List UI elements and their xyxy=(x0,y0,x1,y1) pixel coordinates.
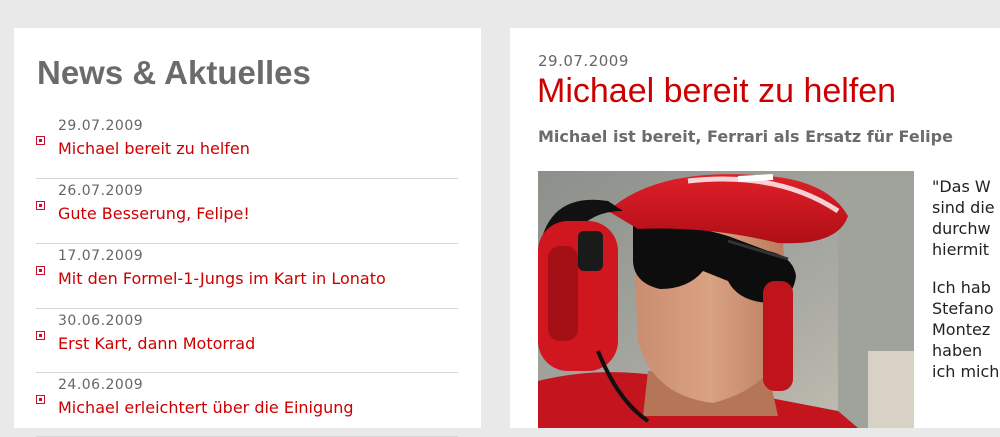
list-bullet-icon xyxy=(36,266,45,275)
news-date: 24.06.2009 xyxy=(58,377,144,393)
text-line: sind die xyxy=(932,198,995,217)
article-panel: 29.07.2009 Michael bereit zu helfen Mich… xyxy=(510,28,1000,428)
article-date: 29.07.2009 xyxy=(538,52,629,70)
text-line: hiermit xyxy=(932,240,990,259)
news-list-item[interactable]: 17.07.2009 Mit den Formel-1-Jungs im Kar… xyxy=(36,244,458,309)
news-date: 26.07.2009 xyxy=(58,183,144,199)
list-bullet-icon xyxy=(36,395,45,404)
text-line: ich mich xyxy=(932,362,1000,381)
text-line: durchw xyxy=(932,219,991,238)
text-line: Montez xyxy=(932,320,991,339)
news-list-item[interactable]: 29.07.2009 Michael bereit zu helfen xyxy=(36,114,458,179)
article-paragraph: Ich hab Stefano Montez haben ich mich xyxy=(932,277,1000,382)
article-body: "Das W sind die durchw hiermit Ich hab S… xyxy=(932,176,1000,399)
list-bullet-icon xyxy=(36,201,45,210)
news-date: 30.06.2009 xyxy=(58,313,144,329)
news-sidebar: News & Aktuelles 29.07.2009 Michael bere… xyxy=(14,28,481,437)
text-line: haben xyxy=(932,341,983,360)
list-bullet-icon xyxy=(36,331,45,340)
news-list: 29.07.2009 Michael bereit zu helfen 26.0… xyxy=(36,114,458,437)
article-title: Michael bereit zu helfen xyxy=(537,72,897,110)
text-line: Ich hab xyxy=(932,278,991,297)
news-link[interactable]: Michael bereit zu helfen xyxy=(58,139,250,158)
news-link[interactable]: Mit den Formel-1-Jungs im Kart in Lonato xyxy=(58,269,386,288)
news-heading: News & Aktuelles xyxy=(37,54,311,91)
driver-portrait-image xyxy=(538,171,914,428)
text-line: Stefano xyxy=(932,299,994,318)
news-list-item[interactable]: 26.07.2009 Gute Besserung, Felipe! xyxy=(36,179,458,244)
news-date: 17.07.2009 xyxy=(58,248,144,264)
news-date: 29.07.2009 xyxy=(58,118,144,134)
list-bullet-icon xyxy=(36,136,45,145)
article-lead: Michael ist bereit, Ferrari als Ersatz f… xyxy=(538,127,953,146)
news-link[interactable]: Erst Kart, dann Motorrad xyxy=(58,334,255,353)
news-list-item[interactable]: 24.06.2009 Michael erleichtert über die … xyxy=(36,373,458,437)
article-photo xyxy=(538,171,914,428)
article-paragraph: "Das W sind die durchw hiermit xyxy=(932,176,1000,260)
news-list-item[interactable]: 30.06.2009 Erst Kart, dann Motorrad xyxy=(36,309,458,373)
news-link[interactable]: Michael erleichtert über die Einigung xyxy=(58,398,354,417)
text-line: "Das W xyxy=(932,177,991,196)
news-link[interactable]: Gute Besserung, Felipe! xyxy=(58,204,250,223)
